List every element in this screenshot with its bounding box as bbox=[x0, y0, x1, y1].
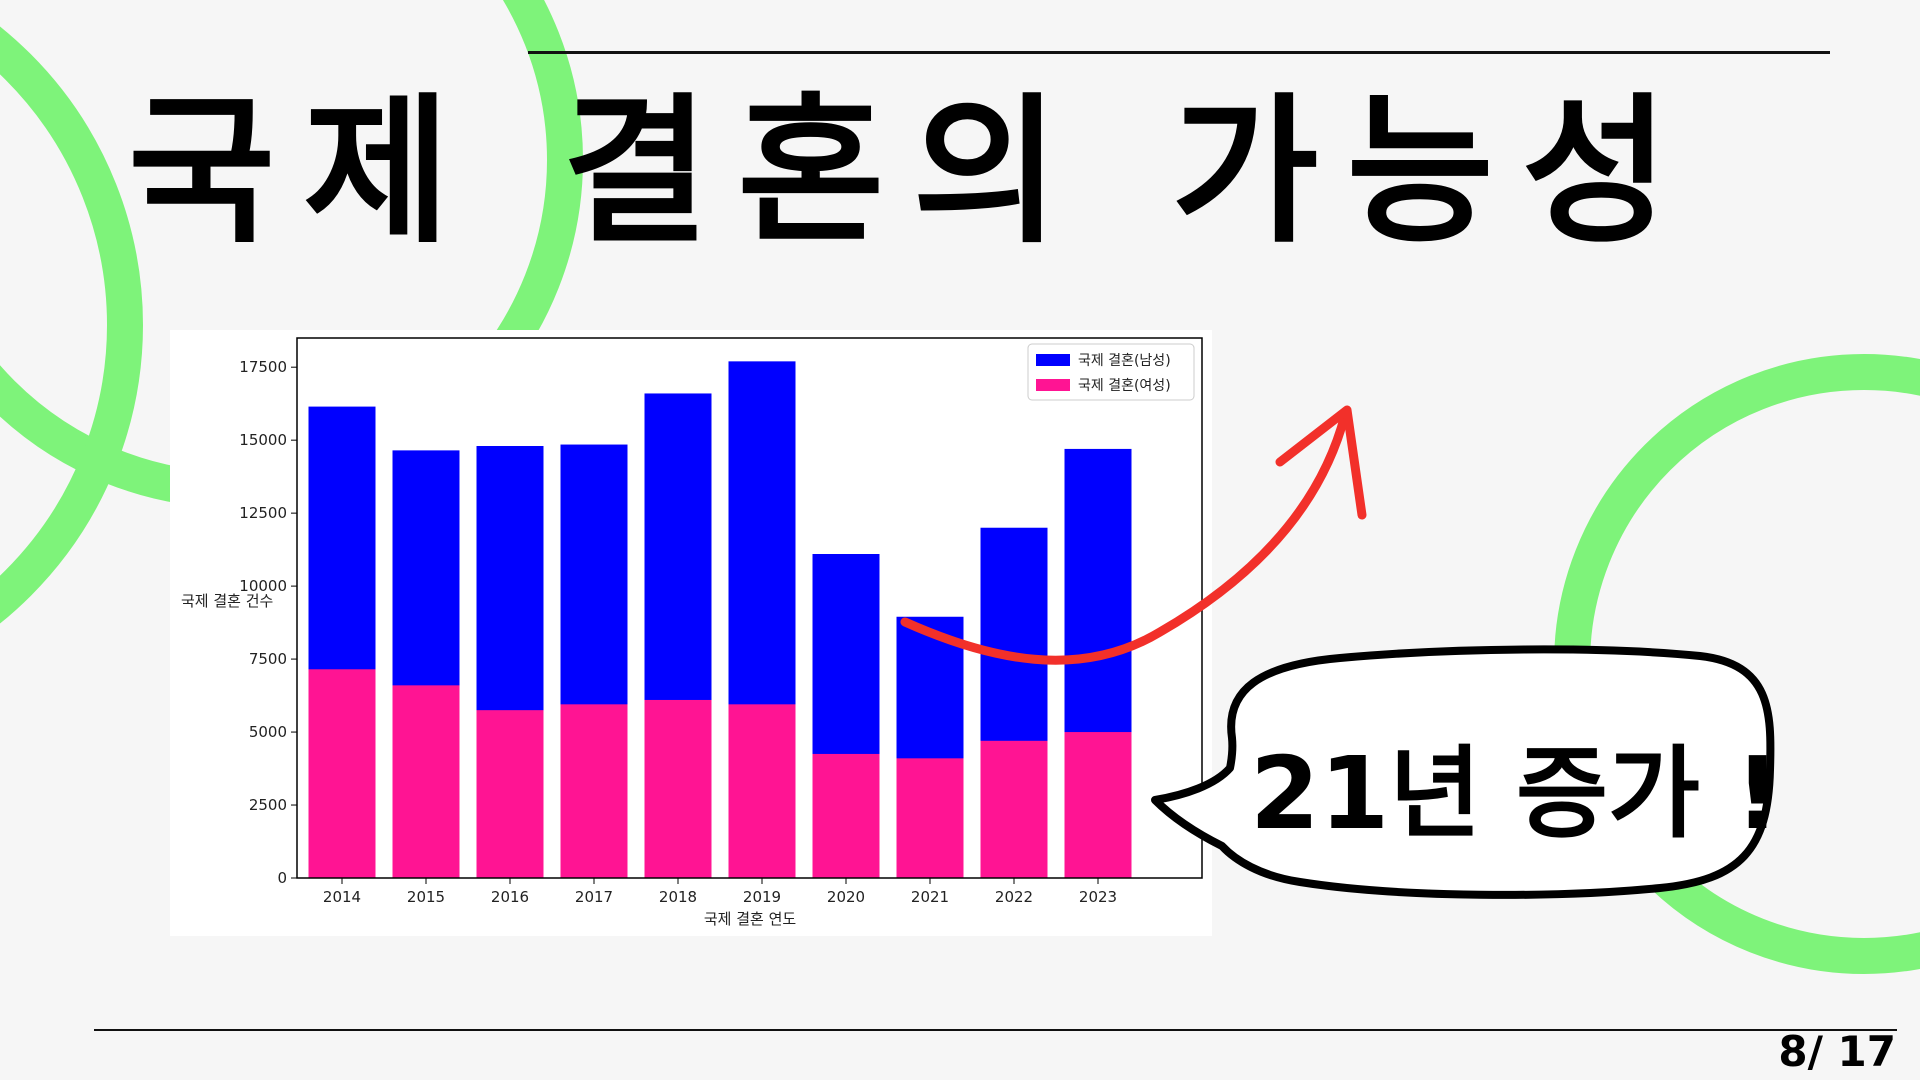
speech-bubble bbox=[1151, 645, 1775, 899]
slide: 국제 결혼의 가능성 0 2500 5000 7500 10000 12500 15000 1… bbox=[0, 0, 1920, 1080]
callout-text: 21년 증가 ! bbox=[1250, 735, 1781, 852]
